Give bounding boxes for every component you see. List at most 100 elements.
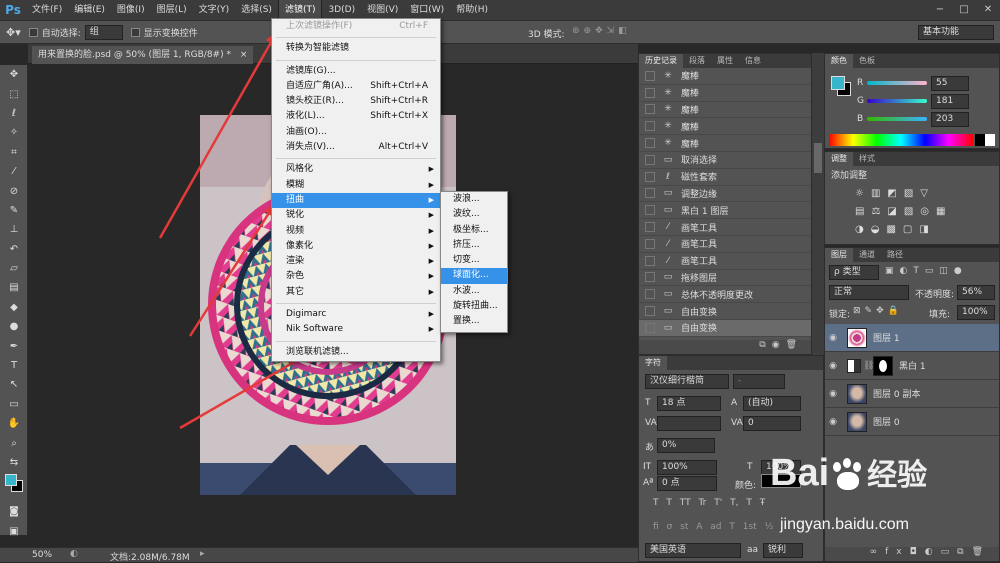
workspace-dropdown[interactable]: 基本功能 [918, 25, 994, 40]
menu-item-stylize[interactable]: 风格化 ▶ [272, 162, 440, 177]
new-document-icon[interactable]: ⧉ [759, 340, 771, 350]
menu-view[interactable]: 视图(V) [361, 0, 404, 20]
close-tab-icon[interactable]: × [240, 50, 248, 60]
history-item[interactable]: ▭ 调整边缘 [639, 186, 811, 203]
black-swatch[interactable] [975, 134, 985, 146]
submenu-item-spherize[interactable]: 球面化... [441, 268, 507, 284]
history-checkbox[interactable] [645, 255, 655, 266]
submenu-item-displace[interactable]: 置换... [441, 314, 507, 329]
move-tool-icon[interactable]: ✥ [0, 65, 28, 84]
menu-edit[interactable]: 编辑(E) [68, 0, 111, 20]
zoom-tool-icon[interactable]: ⌕ [0, 433, 28, 452]
lock-icons[interactable]: ⊠✎✥🔒 [853, 306, 903, 316]
menu-item-pixelate[interactable]: 像素化 ▶ [272, 239, 440, 254]
history-checkbox[interactable] [645, 205, 655, 216]
submenu-item-ripple[interactable]: 波纹... [441, 207, 507, 222]
screen-mode-icon[interactable]: ▣ [0, 522, 28, 541]
tab-paths[interactable]: 路径 [881, 248, 909, 262]
gradient-tool-icon[interactable]: ▤ [0, 278, 28, 297]
history-checkbox[interactable] [645, 322, 655, 333]
status-arrow-icon[interactable]: ▸ [200, 549, 205, 559]
history-item[interactable]: ✳ 魔棒 [639, 102, 811, 119]
g-value-field[interactable]: 181 [931, 94, 969, 109]
menu-item-liquify[interactable]: 液化(L)... Shift+Ctrl+X [272, 109, 440, 124]
menu-type[interactable]: 文字(Y) [193, 0, 236, 20]
snapshot-icon[interactable]: ◉ [772, 340, 786, 350]
tab-paragraph[interactable]: 段落 [683, 54, 711, 68]
leading-field[interactable]: (自动) [743, 396, 801, 411]
submenu-item-wave[interactable]: 波浪... [441, 192, 507, 207]
menu-item-digimarc[interactable]: Digimarc ▶ [272, 307, 440, 322]
menu-item-vanishing-point[interactable]: 消失点(V)... Alt+Ctrl+V [272, 140, 440, 155]
history-item[interactable]: ℓ 磁性套索 [639, 169, 811, 186]
group-icon[interactable]: ▭ [941, 547, 958, 557]
history-checkbox[interactable] [645, 188, 655, 199]
tab-swatches[interactable]: 色板 [853, 54, 881, 68]
submenu-item-zigzag[interactable]: 水波... [441, 284, 507, 299]
path-selection-icon[interactable]: ↖ [0, 375, 28, 394]
scroll-thumb[interactable] [814, 143, 822, 173]
swap-colors-icon[interactable]: ⇆ [0, 453, 28, 472]
history-checkbox[interactable] [645, 306, 655, 317]
3d-mode-icons[interactable]: ⊛⊕✥⇲◧ [572, 26, 631, 36]
quick-mask-icon[interactable]: ◙ [0, 502, 28, 521]
history-checkbox[interactable] [645, 289, 655, 300]
hand-tool-icon[interactable]: ✋ [0, 414, 28, 433]
history-item[interactable]: ▭ 总体不透明度更改 [639, 286, 811, 304]
menu-item-last-filter[interactable]: 上次滤镜操作(F) Ctrl+F [272, 19, 440, 34]
layer-row-layer0[interactable]: ◉ 图层 0 [825, 408, 999, 436]
marquee-tool-icon[interactable]: ⬚ [0, 84, 28, 103]
menu-item-oil-paint[interactable]: 油画(O)... [272, 125, 440, 140]
blur-tool-icon[interactable]: ◆ [0, 298, 28, 317]
fill-field[interactable]: 100% [957, 305, 995, 320]
brush-tool-icon[interactable]: ✎ [0, 201, 28, 220]
menu-layer[interactable]: 图层(L) [151, 0, 193, 20]
text-style-buttons[interactable]: T T TT Tr T' T, T Ŧ [653, 498, 765, 508]
submenu-item-twirl[interactable]: 旋转扭曲... [441, 299, 507, 314]
history-scrollbar[interactable] [812, 53, 824, 355]
shape-tool-icon[interactable]: ▭ [0, 395, 28, 414]
history-item[interactable]: ⁄ 画笔工具 [639, 219, 811, 236]
layer-row-layer0-copy[interactable]: ◉ 图层 0 副本 [825, 380, 999, 408]
history-checkbox[interactable] [645, 154, 655, 165]
submenu-item-polar-coordinates[interactable]: 极坐标... [441, 223, 507, 238]
adjustment-icon[interactable]: ◐ [925, 547, 941, 557]
kerning-field[interactable] [657, 416, 721, 431]
magic-wand-tool-icon[interactable]: ✧ [0, 123, 28, 142]
menu-item-distort[interactable]: 扭曲 ▶ [272, 192, 440, 209]
menu-item-lens-correction[interactable]: 镜头校正(R)... Shift+Ctrl+R [272, 94, 440, 109]
white-swatch[interactable] [985, 134, 995, 146]
visibility-eye-icon[interactable]: ◉ [825, 361, 841, 371]
dodge-tool-icon[interactable]: ● [0, 317, 28, 336]
font-size-field[interactable]: 18 点 [657, 396, 721, 411]
blend-mode-dropdown[interactable]: 正常 [829, 285, 909, 300]
healing-tool-icon[interactable]: ⊘ [0, 181, 28, 200]
history-item[interactable]: ▭ 黑白 1 图层 [639, 202, 811, 220]
history-item[interactable]: ✳ 魔棒 [639, 68, 811, 85]
minimize-button[interactable]: − [928, 0, 952, 20]
tracking-field[interactable]: 0 [743, 416, 801, 431]
vertical-scale-field[interactable]: 100% [657, 460, 717, 475]
b-value-field[interactable]: 203 [931, 112, 969, 127]
menu-image[interactable]: 图像(I) [111, 0, 151, 20]
tab-character[interactable]: 字符 [639, 356, 667, 370]
baseline-shift-field[interactable]: 0 点 [657, 476, 717, 491]
menu-item-sharpen[interactable]: 锐化 ▶ [272, 208, 440, 223]
opentype-buttons[interactable]: fi σ st A ad T 1st ½ [653, 522, 773, 532]
language-dropdown[interactable]: 美国英语 [645, 543, 741, 558]
mask-icon[interactable]: ◘ [910, 547, 925, 557]
history-item[interactable]: ▭ 自由变换 [639, 319, 811, 337]
fx-icon[interactable]: fx [885, 547, 910, 557]
foreground-color[interactable] [5, 474, 17, 487]
layer-filter-dropdown[interactable]: ρ 类型 [829, 265, 879, 280]
r-value-field[interactable]: 55 [931, 76, 969, 91]
history-checkbox[interactable] [645, 272, 655, 283]
layer-mask-thumbnail[interactable] [873, 355, 893, 376]
type-tool-icon[interactable]: T [0, 356, 28, 375]
status-menu-icon[interactable]: ◐ [70, 549, 78, 559]
menu-select[interactable]: 选择(S) [235, 0, 278, 20]
history-checkbox[interactable] [645, 104, 655, 115]
delete-layer-icon[interactable]: 🗑 [972, 547, 991, 557]
history-item[interactable]: ✳ 魔棒 [639, 85, 811, 102]
color-spectrum[interactable] [829, 134, 973, 146]
